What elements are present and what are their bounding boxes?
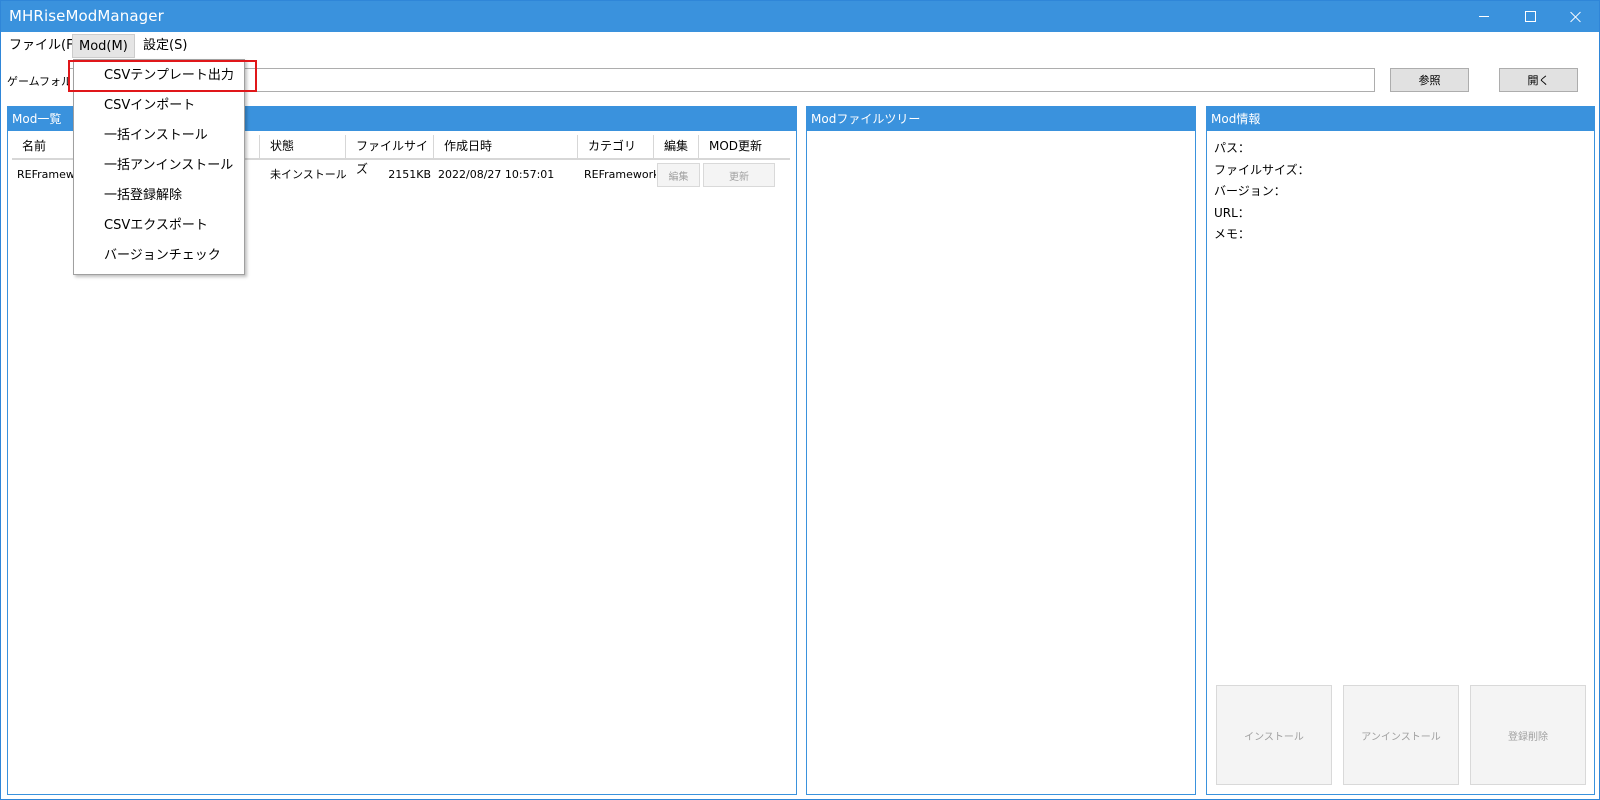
menu-item-csv-import[interactable]: CSVインポート [74,91,244,121]
maximize-button[interactable] [1507,1,1553,32]
menu-item-bulk-uninstall[interactable]: 一括アンインストール [74,151,244,181]
menu-bar: ファイル(F) Mod(M) 設定(S) [1,33,1599,59]
menu-item-csv-export[interactable]: CSVエクスポート [74,211,244,241]
game-folder-input[interactable] [69,68,1375,92]
delete-registration-button[interactable]: 登録削除 [1470,685,1586,785]
column-filesize[interactable]: ファイルサイズ [346,135,434,176]
edit-button[interactable]: 編集 [657,163,700,187]
update-button[interactable]: 更新 [703,163,775,187]
menu-item-bulk-unregister[interactable]: 一括登録解除 [74,181,244,211]
column-edit[interactable]: 編集 [654,135,699,158]
menu-item-version-check[interactable]: バージョンチェック [74,241,244,271]
maximize-icon [1524,11,1536,22]
uninstall-button[interactable]: アンインストール [1343,685,1459,785]
row-status: 未インストール [270,168,346,181]
close-icon [1570,11,1582,23]
info-memo-label: メモ： [1214,227,1251,241]
window-title: MHRiseModManager [9,7,164,25]
minimize-button[interactable] [1461,1,1507,32]
open-button[interactable]: 開く [1499,68,1578,92]
row-created: 2022/08/27 10:57:01 [438,168,555,181]
column-category[interactable]: カテゴリ [578,135,654,158]
menu-settings[interactable]: 設定(S) [137,34,193,58]
info-url-label: URL： [1214,206,1250,220]
mod-info-header: Mod情報 [1207,107,1594,131]
install-button[interactable]: インストール [1216,685,1332,785]
browse-button[interactable]: 参照 [1390,68,1469,92]
column-status[interactable]: 状態 [260,135,346,158]
info-filesize-label: ファイルサイズ： [1214,163,1310,177]
close-button[interactable] [1553,1,1599,32]
highlight-box [68,60,257,92]
row-category: REFramework [584,168,656,181]
app-window: MHRiseModManager ファイル(F) Mod(M) 設定(S) ゲー… [0,0,1600,800]
mod-info-panel: Mod情報 パス： ファイルサイズ： バージョン： URL： メモ： インストー… [1206,106,1595,795]
mod-file-tree-panel[interactable]: Modファイルツリー [806,106,1196,795]
column-created[interactable]: 作成日時 [434,135,578,158]
mod-file-tree-header: Modファイルツリー [807,107,1195,131]
column-mod-update[interactable]: MOD更新 [699,135,790,158]
info-version-label: バージョン： [1214,184,1286,198]
info-path-label: パス： [1214,141,1251,155]
menu-item-bulk-install[interactable]: 一括インストール [74,121,244,151]
minimize-icon [1479,16,1489,17]
menu-mod[interactable]: Mod(M) [72,34,135,58]
row-filesize: 2151KB [388,168,431,181]
title-bar[interactable]: MHRiseModManager [1,1,1599,32]
